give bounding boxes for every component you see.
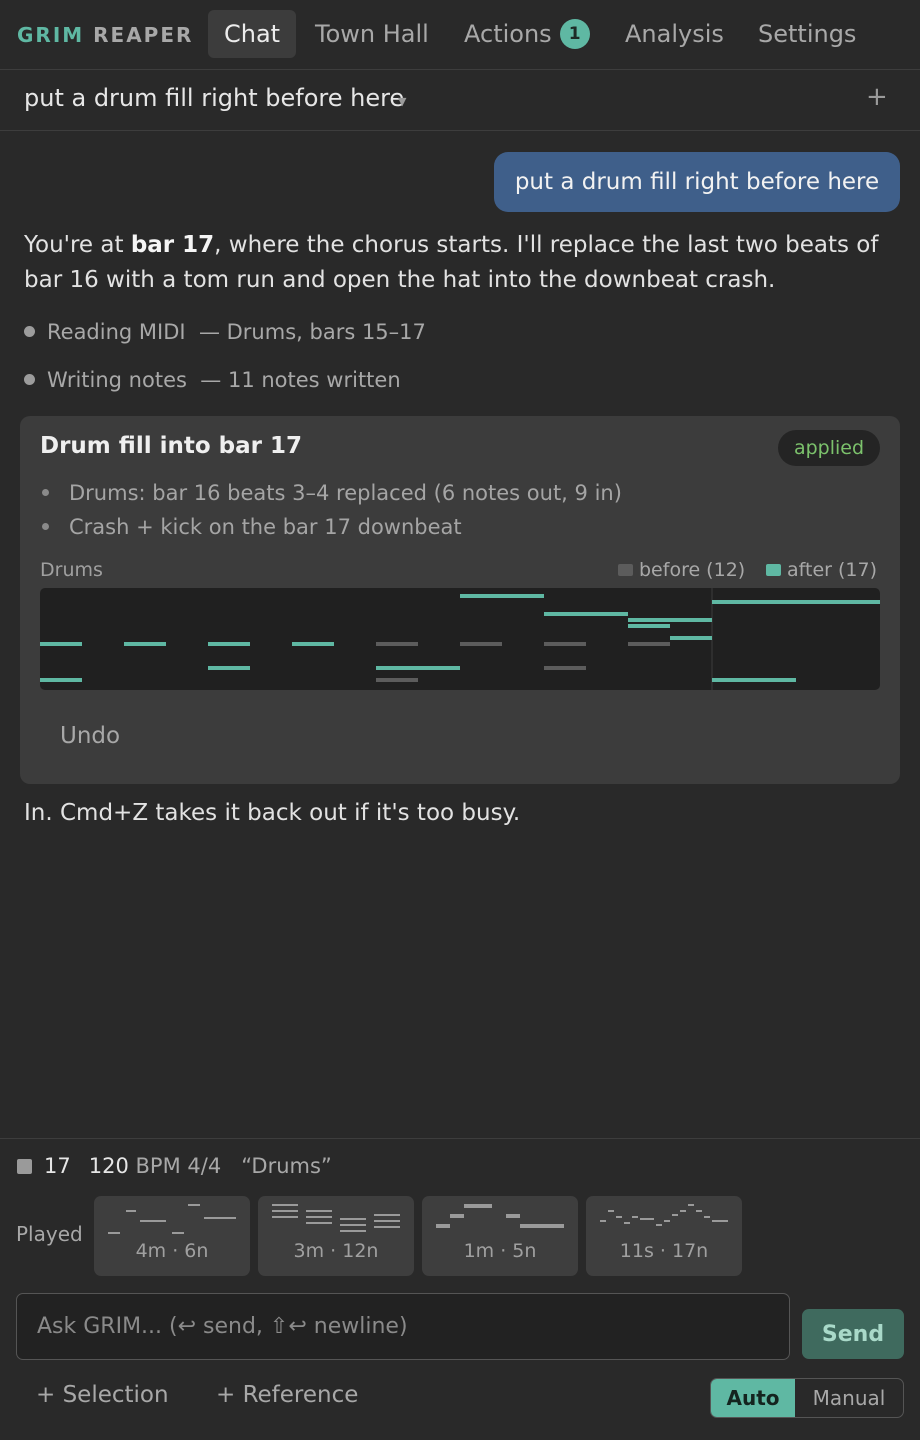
note-after: [670, 618, 712, 622]
tempo-value: 120: [88, 1154, 129, 1178]
note-after: [124, 642, 166, 646]
played-label: Played: [16, 1222, 83, 1246]
user-message: put a drum fill right before here: [494, 152, 900, 212]
transport-status: 17 120 BPM 4/4 “Drums”: [17, 1154, 332, 1178]
chat-input[interactable]: [17, 1294, 789, 1359]
note-after: [40, 678, 82, 682]
piano-roll-svg: [40, 588, 880, 690]
edit-card: Drum fill into bar 17 applied Drums: bar…: [20, 416, 900, 784]
tab-chat[interactable]: Chat: [208, 10, 297, 58]
clip-thumbnail: [436, 1204, 564, 1228]
mode-auto[interactable]: Auto: [711, 1379, 795, 1417]
clip-thumbnail: [108, 1204, 236, 1234]
selected-track: “Drums”: [241, 1154, 332, 1178]
card-bullet: Drums: bar 16 beats 3–4 replaced (6 note…: [42, 481, 622, 505]
note-before: [628, 642, 670, 646]
step-dot-icon: [24, 326, 35, 337]
note-after: [670, 636, 712, 640]
tempo-meter: BPM 4/4: [135, 1154, 222, 1178]
note-after: [460, 594, 502, 598]
note-after-crash: [712, 600, 880, 604]
note-before: [460, 642, 502, 646]
note-after: [208, 666, 250, 670]
tab-town-hall[interactable]: Town Hall: [315, 10, 429, 58]
note-after: [502, 594, 544, 598]
played-clip[interactable]: 3m · 12n: [258, 1196, 414, 1276]
undo-button[interactable]: Undo: [60, 723, 120, 749]
step-dot-icon: [24, 374, 35, 385]
current-bar: 17: [44, 1154, 71, 1178]
divider: [0, 1138, 920, 1139]
note-after: [628, 618, 670, 622]
tab-actions-label: Actions: [464, 20, 552, 48]
note-after: [208, 642, 250, 646]
clip-thumbnail: [600, 1204, 728, 1226]
note-after: [628, 624, 670, 628]
roll-track-label: Drums: [40, 559, 103, 581]
tab-actions[interactable]: Actions 1: [464, 10, 590, 58]
ask-field[interactable]: [16, 1293, 790, 1360]
stop-icon: [17, 1159, 32, 1174]
actions-count-badge: 1: [559, 19, 590, 49]
legend-before: before (12): [618, 559, 745, 581]
assistant-closing-message: In. Cmd+Z takes it back out if it's too …: [24, 800, 521, 826]
brand-logo: GRIM REAPER: [17, 23, 194, 47]
note-before: [376, 678, 418, 682]
note-before: [376, 642, 418, 646]
note-after-kick: [712, 678, 796, 682]
status-badge: applied: [778, 430, 880, 466]
note-after: [376, 666, 418, 670]
note-after: [418, 666, 460, 670]
card-bullet: Crash + kick on the bar 17 downbeat: [42, 515, 462, 539]
played-clip[interactable]: 1m · 5n: [422, 1196, 578, 1276]
chevron-down-icon[interactable]: ▼: [398, 95, 406, 108]
clip-thumbnail: [272, 1204, 400, 1232]
thread-bar: put a drum fill right before here ▼ +: [0, 70, 920, 131]
thread-selector[interactable]: put a drum fill right before here: [24, 84, 404, 112]
note-after: [586, 612, 628, 616]
assistant-message: You're at bar 17, where the chorus start…: [24, 232, 879, 293]
top-nav: GRIM REAPER Chat Town Hall Actions 1 Anal…: [0, 0, 920, 70]
piano-roll-diff: [40, 588, 880, 690]
note-before: [544, 642, 586, 646]
tab-settings[interactable]: Settings: [758, 10, 856, 58]
mode-toggle: Auto Manual: [710, 1378, 904, 1418]
add-selection-button[interactable]: + Selection: [36, 1382, 169, 1408]
card-title: Drum fill into bar 17: [40, 433, 303, 459]
app-window: GRIM REAPER Chat Town Hall Actions 1 Anal…: [0, 0, 920, 1440]
plus-icon: +: [866, 82, 888, 112]
tool-step: Writing notes — 11 notes written: [24, 368, 401, 392]
played-clip[interactable]: 4m · 6n: [94, 1196, 250, 1276]
tab-analysis[interactable]: Analysis: [625, 10, 724, 58]
new-thread-button[interactable]: +: [866, 82, 888, 112]
note-after: [544, 612, 586, 616]
played-clip[interactable]: 11s · 17n: [586, 1196, 742, 1276]
note-after: [292, 642, 334, 646]
mode-manual[interactable]: Manual: [795, 1379, 903, 1417]
send-button[interactable]: Send: [802, 1309, 904, 1359]
add-reference-button[interactable]: + Reference: [216, 1382, 358, 1408]
tool-step: Reading MIDI — Drums, bars 15–17: [24, 320, 426, 344]
note-after: [40, 642, 82, 646]
legend-after: after (17): [766, 559, 877, 581]
note-before: [544, 666, 586, 670]
